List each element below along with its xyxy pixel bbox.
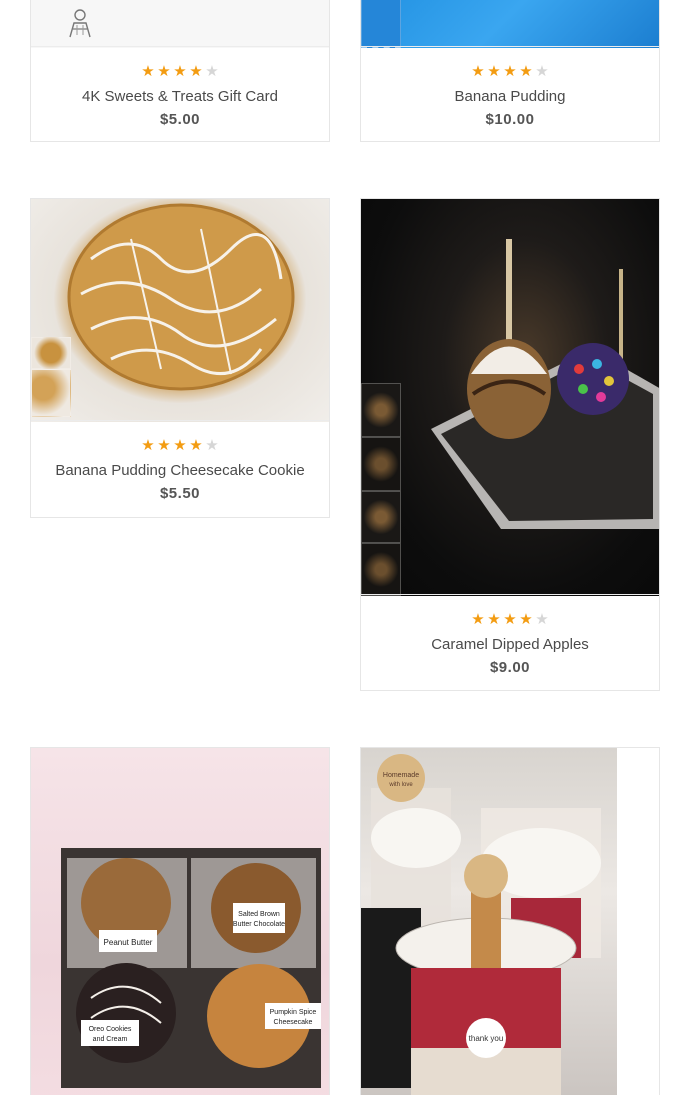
star-icon: ★ bbox=[173, 63, 187, 80]
product-price: $10.00 bbox=[485, 111, 535, 128]
star-icon: ★ bbox=[519, 63, 533, 80]
star-icon: ★ bbox=[471, 611, 485, 628]
star-icon: ★ bbox=[157, 437, 171, 454]
label-cheesecake: Cheesecake bbox=[274, 1019, 313, 1026]
star-icon: ★ bbox=[519, 611, 533, 628]
rating-stars: ★ ★ ★ ★ ★ bbox=[31, 437, 329, 455]
star-icon: ★ bbox=[487, 611, 501, 628]
product-card-caramel-apples[interactable]: ★ ★ ★ ★ ★ Caramel Dipped Apples $9.00 bbox=[360, 198, 660, 691]
star-icon: ★ bbox=[141, 63, 155, 80]
thumbnail[interactable] bbox=[361, 437, 401, 491]
rating-stars: ★ ★ ★ ★ ★ bbox=[361, 63, 659, 81]
star-icon: ★ bbox=[487, 63, 501, 80]
product-image[interactable] bbox=[361, 0, 659, 48]
star-icon: ★ bbox=[535, 63, 549, 80]
image-thumbnails bbox=[361, 0, 401, 48]
product-info: ★ ★ ★ ★ ★ Banana Pudding Cheesecake Cook… bbox=[31, 420, 329, 517]
cookie-drizzle bbox=[67, 203, 295, 391]
product-image[interactable]: Homemade with love thank you bbox=[361, 748, 617, 1095]
star-icon: ★ bbox=[141, 437, 155, 454]
product-price: $5.00 bbox=[159, 111, 201, 128]
product-title[interactable]: Banana Pudding Cheesecake Cookie bbox=[31, 462, 329, 480]
product-image[interactable] bbox=[31, 0, 329, 48]
product-title[interactable]: 4K Sweets & Treats Gift Card bbox=[31, 88, 329, 106]
label-oreo: Oreo Cookies bbox=[89, 1026, 132, 1033]
label-peanut-butter: Peanut Butter bbox=[104, 938, 153, 947]
thumbnail[interactable] bbox=[361, 0, 401, 48]
label-butter-chocolate: Butter Chocolate bbox=[233, 921, 285, 928]
star-icon: ★ bbox=[205, 437, 219, 454]
image-thumbnails bbox=[361, 383, 401, 596]
label-homemade: Homemade bbox=[383, 772, 419, 779]
product-image[interactable]: Peanut Butter Salted Brown Butter Chocol… bbox=[31, 748, 329, 1095]
thumbnail[interactable] bbox=[361, 543, 401, 596]
apple-scene bbox=[431, 239, 659, 529]
star-icon: ★ bbox=[471, 63, 485, 80]
star-icon: ★ bbox=[503, 63, 517, 80]
logo-icon bbox=[69, 9, 91, 38]
star-icon: ★ bbox=[173, 437, 187, 454]
product-card-banana-pudding[interactable]: ★ ★ ★ ★ ★ Banana Pudding $10.00 bbox=[360, 0, 660, 142]
label-with-love: with love bbox=[388, 782, 413, 788]
product-card-banana-pudding-cookie[interactable]: ★ ★ ★ ★ ★ Banana Pudding Cheesecake Cook… bbox=[30, 198, 330, 518]
star-icon: ★ bbox=[189, 437, 203, 454]
product-price: $9.00 bbox=[489, 659, 531, 676]
product-info: ★ ★ ★ ★ ★ Caramel Dipped Apples $9.00 bbox=[361, 594, 659, 690]
thumbnail[interactable] bbox=[361, 383, 401, 437]
product-title[interactable]: Banana Pudding bbox=[361, 88, 659, 106]
product-image[interactable] bbox=[361, 199, 659, 596]
product-price: $5.50 bbox=[159, 485, 201, 502]
product-card-dessert-cups[interactable]: Homemade with love thank you bbox=[360, 747, 660, 1095]
label-pumpkin: Pumpkin Spice bbox=[270, 1009, 317, 1016]
thumbnail[interactable] bbox=[31, 337, 71, 369]
label-thank-you: thank you bbox=[469, 1034, 504, 1043]
star-icon: ★ bbox=[205, 63, 219, 80]
cookie-box-scene: Peanut Butter Salted Brown Butter Chocol… bbox=[61, 848, 321, 1088]
rating-stars: ★ ★ ★ ★ ★ bbox=[31, 63, 329, 81]
product-info: ★ ★ ★ ★ ★ Banana Pudding $10.00 bbox=[361, 46, 659, 141]
thumbnail[interactable] bbox=[31, 369, 71, 417]
star-icon: ★ bbox=[503, 611, 517, 628]
image-thumbnails bbox=[31, 337, 71, 417]
star-icon: ★ bbox=[189, 63, 203, 80]
label-and-cream: and Cream bbox=[93, 1036, 128, 1043]
product-title[interactable]: Caramel Dipped Apples bbox=[361, 636, 659, 654]
rating-stars: ★ ★ ★ ★ ★ bbox=[361, 611, 659, 629]
dessert-cups-scene: Homemade with love thank you bbox=[361, 754, 601, 1095]
thumbnail[interactable] bbox=[361, 491, 401, 543]
product-card-cookie-box[interactable]: Peanut Butter Salted Brown Butter Chocol… bbox=[30, 747, 330, 1095]
product-image[interactable] bbox=[31, 199, 329, 422]
star-icon: ★ bbox=[535, 611, 549, 628]
product-card-gift-card[interactable]: ★ ★ ★ ★ ★ 4K Sweets & Treats Gift Card $… bbox=[30, 0, 330, 142]
star-icon: ★ bbox=[157, 63, 171, 80]
product-info: ★ ★ ★ ★ ★ 4K Sweets & Treats Gift Card $… bbox=[31, 46, 329, 141]
label-salted-brown: Salted Brown bbox=[238, 911, 280, 918]
